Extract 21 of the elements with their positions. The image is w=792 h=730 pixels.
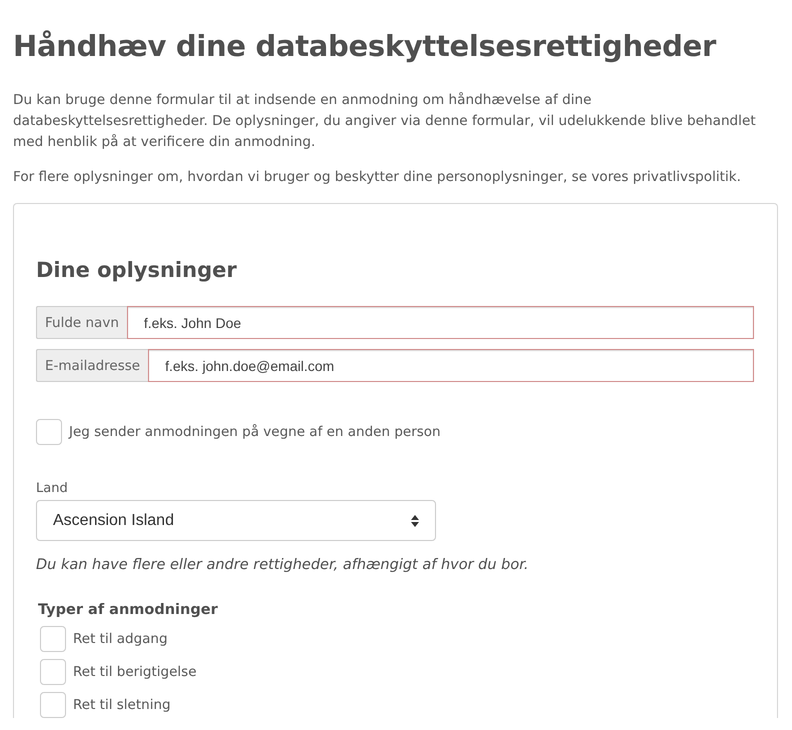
section-title: Dine oplysninger — [36, 257, 238, 284]
country-label: Land — [36, 481, 69, 496]
input-field[interactable]: f.eks. John Doe — [126, 306, 754, 339]
country-select[interactable]: Ascension Island — [36, 500, 436, 541]
country-note: Du kan have flere eller andre rettigheder, afhængigt af hvor du bor. — [36, 557, 530, 573]
page-title: Håndhæv dine databeskyttelsesrettigheder — [13, 28, 718, 65]
intro-paragraph: For flere oplysninger om, hvordan vi bruger og beskytter dine personoplysninger, se vores privatlivspolitik. — [13, 168, 742, 187]
request-types-title: Typer af anmodninger — [38, 602, 219, 618]
checkbox[interactable] — [40, 626, 66, 652]
field-label: Fulde navn — [36, 306, 127, 339]
intro-paragraph: Du kan bruge denne formular til at indsende en anmodning om håndhævelse af dine databeskyttelsesrettigheder. De oplysninger, du angiver via denne formular, vil udelukkende blive behandlet med henblik på at verificere din anmodning. — [13, 91, 757, 152]
field-label: E-mailadresse — [36, 349, 148, 382]
checkbox-label: Ret til adgang — [73, 631, 168, 647]
checkbox-label: Ret til berigtigelse — [73, 664, 197, 680]
sort-arrows-icon — [411, 514, 419, 526]
checkbox[interactable] — [40, 659, 66, 685]
checkbox-label: Ret til sletning — [73, 697, 171, 713]
checkbox-label: Jeg sender anmodningen på vegne af en anden person — [69, 424, 441, 440]
checkbox[interactable] — [40, 692, 66, 718]
input-field[interactable]: f.eks. john.doe@email.com — [148, 349, 754, 382]
checkbox[interactable] — [36, 419, 62, 445]
